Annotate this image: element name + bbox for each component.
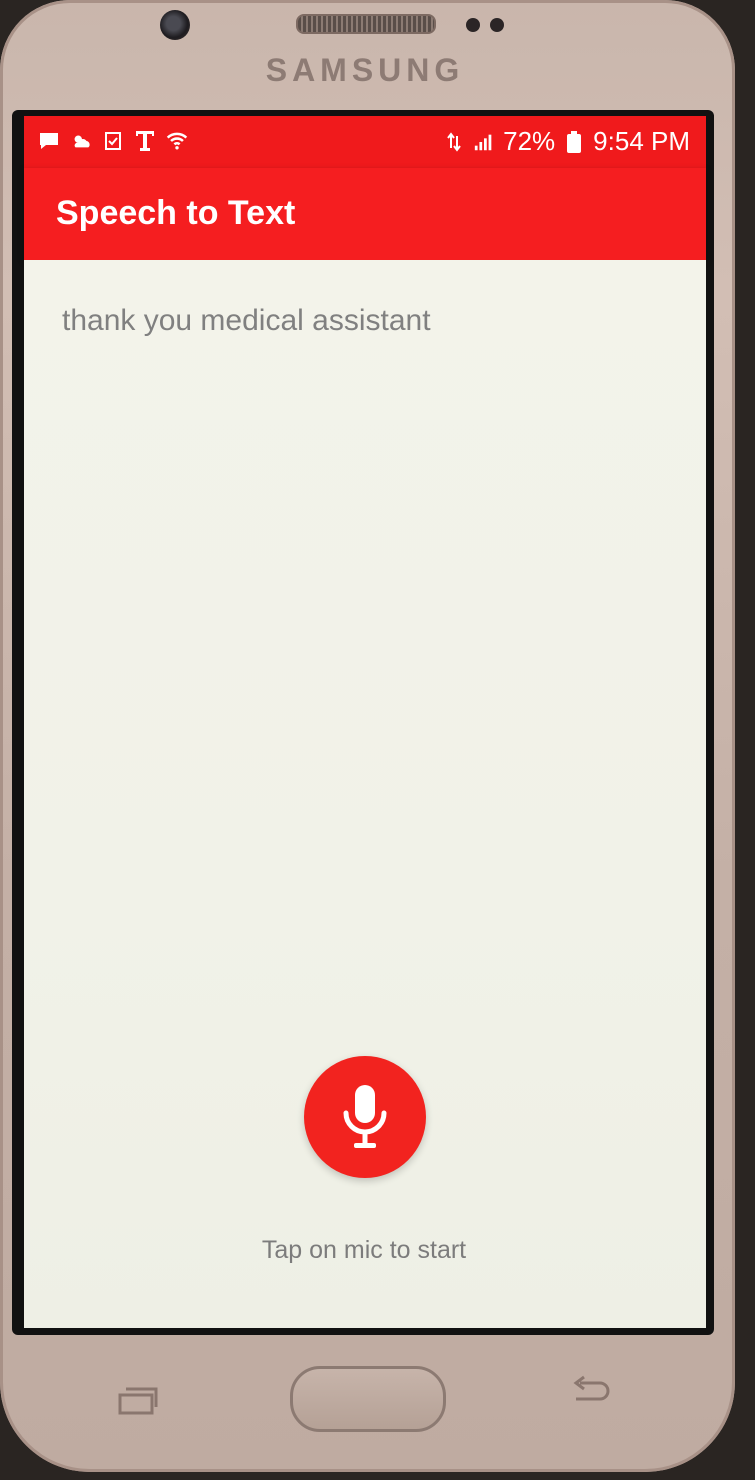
weather-icon — [70, 130, 92, 152]
front-camera — [160, 10, 190, 40]
app-toolbar: Speech to Text — [24, 168, 706, 260]
phone-body: SAMSUNG 72% 9:54 PM Speech to Text thank… — [0, 0, 735, 1472]
status-right-icons: 72% 9:54 PM — [443, 126, 690, 157]
main-content: thank you medical assistant Tap on mic t… — [24, 260, 706, 1328]
page-title: Speech to Text — [56, 194, 296, 232]
mic-button[interactable] — [304, 1056, 426, 1178]
brand-logo: SAMSUNG — [265, 52, 465, 88]
proximity-sensor — [466, 18, 480, 32]
back-icon — [573, 1375, 610, 1401]
tmobile-icon — [134, 130, 156, 152]
wifi-icon — [166, 130, 188, 152]
clock: 9:54 PM — [593, 126, 690, 156]
screen: 72% 9:54 PM Speech to Text thank you med… — [12, 110, 714, 1335]
back-button[interactable] — [566, 1373, 614, 1409]
transcript-text: thank you medical assistant — [62, 304, 431, 337]
light-sensor — [490, 18, 504, 32]
hint-text: Tap on mic to start — [261, 1236, 467, 1264]
battery-icon — [563, 130, 585, 153]
task-icon — [102, 130, 124, 152]
battery-percent: 72% — [503, 126, 556, 156]
microphone-icon — [343, 1085, 387, 1148]
recent-apps-icon — [118, 1387, 158, 1415]
signal-icon — [473, 131, 495, 153]
home-button[interactable] — [290, 1366, 446, 1432]
earpiece-speaker — [296, 14, 436, 34]
status-bar: 72% 9:54 PM — [24, 116, 706, 168]
network-icon — [443, 131, 465, 153]
message-icon — [38, 130, 60, 152]
recent-apps-button[interactable] — [116, 1385, 160, 1417]
status-left-icons — [38, 130, 188, 152]
